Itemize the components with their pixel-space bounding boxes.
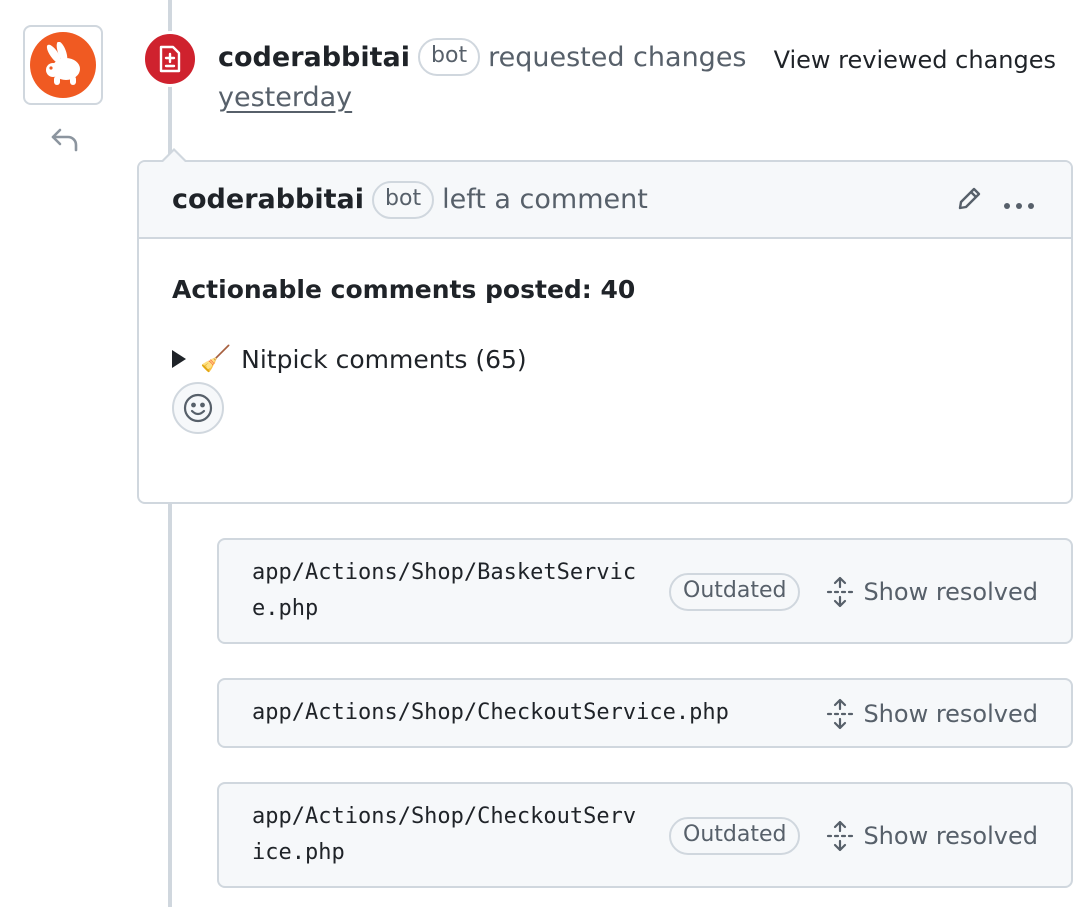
changes-requested-badge bbox=[142, 31, 198, 87]
unfold-icon bbox=[827, 820, 854, 852]
rabbit-logo-icon bbox=[30, 32, 96, 98]
comment-author-link[interactable]: coderabbitai bbox=[172, 184, 364, 215]
show-resolved-button[interactable]: Show resolved bbox=[825, 576, 1038, 608]
view-reviewed-changes-link[interactable]: View reviewed changes bbox=[774, 46, 1056, 74]
show-resolved-label: Show resolved bbox=[863, 578, 1038, 606]
avatar[interactable] bbox=[23, 25, 103, 105]
outdated-label: Outdated bbox=[669, 817, 801, 855]
comment-header: coderabbitai bot left a comment bbox=[139, 162, 1071, 239]
file-diff-icon bbox=[159, 45, 181, 73]
unfold-icon bbox=[827, 576, 854, 608]
review-action: requested changes bbox=[488, 41, 747, 73]
review-author-link[interactable]: coderabbitai bbox=[218, 42, 410, 73]
show-resolved-button[interactable]: Show resolved bbox=[825, 820, 1038, 852]
outdated-label: Outdated bbox=[669, 573, 801, 611]
nitpick-summary-toggle[interactable]: 🧹 Nitpick comments (65) bbox=[172, 344, 1038, 374]
review-header: coderabbitai bot requested changes bbox=[218, 38, 747, 76]
review-thread-file: app/Actions/Shop/CheckoutService.php Out… bbox=[217, 782, 1073, 888]
smiley-icon bbox=[183, 393, 213, 423]
comment-action: left a comment bbox=[442, 184, 648, 215]
review-comment: coderabbitai bot left a comment Actionab… bbox=[137, 148, 1073, 504]
show-resolved-label: Show resolved bbox=[863, 700, 1038, 728]
add-reaction-button[interactable] bbox=[172, 382, 224, 434]
bot-label: bot bbox=[372, 180, 435, 219]
pencil-icon[interactable] bbox=[954, 184, 984, 221]
disclosure-triangle-icon bbox=[172, 350, 186, 368]
review-timestamp-link[interactable]: yesterday bbox=[218, 82, 352, 113]
reply-icon[interactable] bbox=[48, 122, 82, 156]
show-resolved-button[interactable]: Show resolved bbox=[825, 698, 1038, 730]
review-thread-file: app/Actions/Shop/BasketService.php Outda… bbox=[217, 538, 1073, 644]
unfold-icon bbox=[827, 698, 854, 730]
kebab-icon[interactable] bbox=[1002, 187, 1036, 218]
file-path[interactable]: app/Actions/Shop/CheckoutService.php bbox=[252, 695, 852, 731]
show-resolved-label: Show resolved bbox=[863, 822, 1038, 850]
file-path[interactable]: app/Actions/Shop/CheckoutService.php bbox=[252, 799, 647, 871]
broom-emoji: 🧹 bbox=[200, 344, 232, 373]
bot-label: bot bbox=[418, 38, 481, 76]
review-thread-file: app/Actions/Shop/CheckoutService.php Sho… bbox=[217, 678, 1073, 748]
file-path[interactable]: app/Actions/Shop/BasketService.php bbox=[252, 555, 647, 627]
nitpick-label: Nitpick comments (65) bbox=[241, 344, 527, 374]
actionable-comments-count: Actionable comments posted: 40 bbox=[172, 275, 636, 304]
